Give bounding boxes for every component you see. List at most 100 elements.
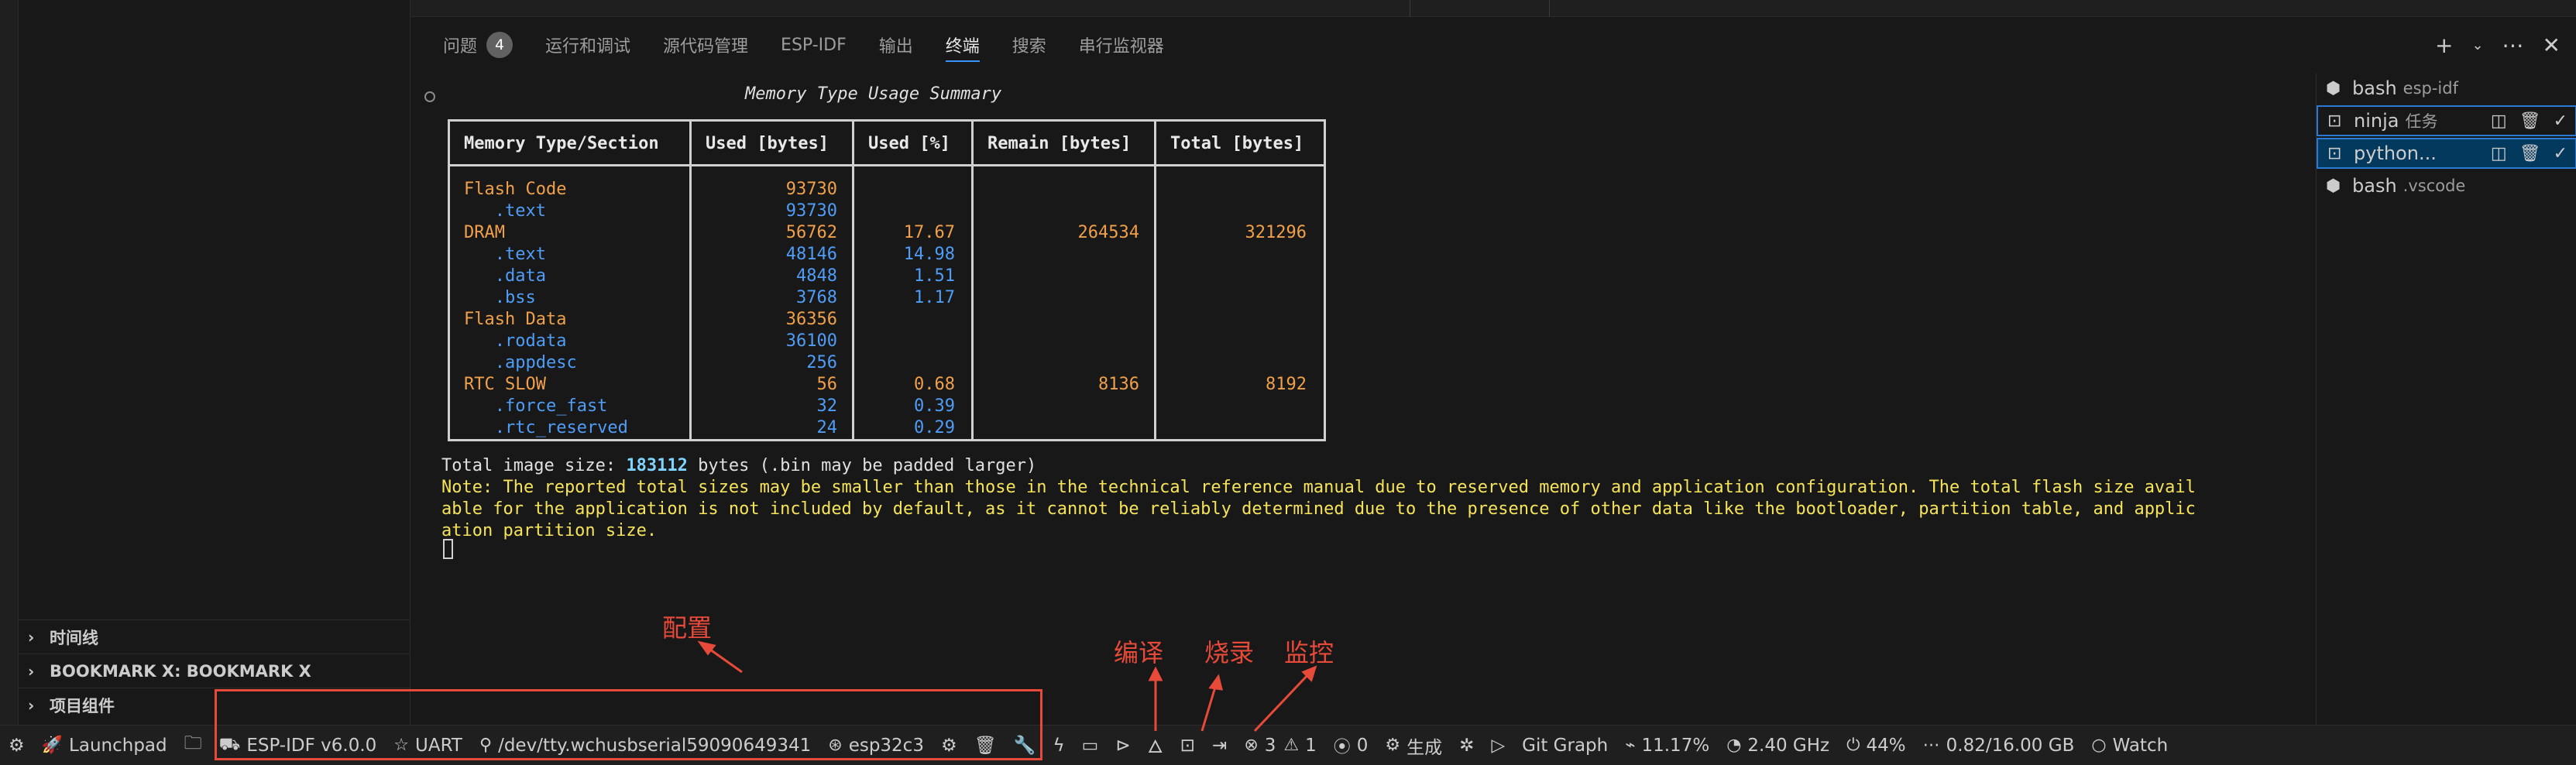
tab-esp-idf[interactable]: ESP-IDF (781, 17, 847, 73)
table-cell-remain: 8136 (1098, 375, 1139, 394)
config-highlight-box (215, 689, 1042, 760)
errors-count: 3 (1264, 735, 1276, 756)
terminal-item-bash-vscode[interactable]: ⬢ bash .vscode (2317, 170, 2576, 201)
table-header-row: Memory Type/Section Used [bytes] Used [%… (450, 122, 1324, 166)
table-cell-name: .text (464, 245, 546, 264)
table-header: Remain [bytes] (987, 134, 1132, 153)
warning-icon: ⚠ (1283, 736, 1300, 755)
flash-button[interactable]: ϟ (1044, 726, 1073, 765)
check-icon[interactable]: ✓ (2554, 144, 2567, 163)
launchpad-button[interactable]: 🚀 Launchpad (33, 726, 176, 765)
table-header: Memory Type/Section (464, 134, 659, 153)
table-cell-name: Flash Data (464, 310, 567, 329)
split-icon[interactable]: ◫ (2491, 144, 2507, 163)
tab-label: 问题 (443, 37, 478, 57)
terminal-icon: ⊡ (1180, 735, 1196, 756)
ports-status-item[interactable]: ⦿ 0 (1325, 726, 1377, 765)
tab-label: 串行监视器 (1078, 37, 1164, 57)
table-cell-name: .text (464, 201, 546, 221)
circle-icon: ○ (2091, 736, 2107, 755)
trash-icon[interactable]: 🗑 (2519, 144, 2541, 163)
trash-icon[interactable]: 🗑 (2519, 111, 2541, 131)
editor-area (410, 0, 2576, 17)
rocket-icon: 🚀 (41, 736, 64, 755)
table-cell-used-pct: 0.29 (914, 418, 955, 437)
table-cell-used-bytes: 24 (816, 418, 838, 437)
tab-label: ESP-IDF (781, 35, 847, 55)
tab-source-control[interactable]: 源代码管理 (663, 17, 748, 73)
total-suffix: bytes (.bin may be padded larger) (687, 456, 1037, 475)
chevron-down-icon[interactable]: ⌄ (2471, 37, 2483, 53)
editor-divider (1549, 0, 1550, 17)
check-icon[interactable]: ✓ (2554, 111, 2567, 131)
terminal-item-ninja[interactable]: ⊡ ninja 任务 ◫ 🗑 ✓ (2317, 105, 2576, 136)
table-cell-used-bytes: 93730 (785, 180, 837, 199)
tools-icon: ⚙ (9, 735, 25, 756)
watch-label: Watch (2112, 735, 2169, 756)
ports-count: 0 (1356, 735, 1369, 756)
folder-icon: 🗀 (184, 733, 202, 753)
bug-icon: ✲ (1459, 735, 1475, 756)
cmake-debug-button[interactable]: ✲ (1451, 726, 1482, 765)
command-decoration-icon (424, 91, 435, 102)
tab-output[interactable]: 输出 (879, 17, 913, 73)
terminal-item-python[interactable]: ⊡ python... ◫ 🗑 ✓ (2317, 138, 2576, 169)
table-cell-used-bytes: 36100 (785, 331, 837, 351)
table-cell-name: .bss (464, 288, 536, 307)
warnings-count: 1 (1305, 735, 1317, 756)
table-cell-used-bytes: 56 (816, 375, 838, 394)
table-cell-used-pct: 14.98 (903, 245, 955, 264)
table-cell-used-bytes: 256 (806, 353, 837, 372)
build-flash-monitor-button[interactable]: ⊳ (1107, 726, 1139, 765)
close-icon[interactable]: ✕ (2543, 33, 2561, 58)
terminal-icon: ⊡ (2327, 143, 2342, 163)
table-cell-used-pct: 1.51 (914, 266, 955, 286)
settings-status-item[interactable]: ⚙ (0, 726, 33, 765)
play-icon: ▷ (1491, 735, 1506, 756)
bash-icon: ⬢ (2326, 176, 2341, 196)
table-header: Used [bytes] (706, 134, 829, 153)
sidebar-section-timeline[interactable]: › 时间线 (19, 619, 410, 654)
chevron-right-icon: › (28, 661, 35, 681)
watch-button[interactable]: ○ Watch (2083, 726, 2176, 765)
cmake-build-button[interactable]: ⚙ 生成 (1376, 726, 1451, 765)
table-cell-name: .rodata (464, 331, 567, 351)
plug-icon: ⏻ (1846, 736, 1860, 755)
sidebar-section-bookmark[interactable]: › BOOKMARK X: BOOKMARK X (19, 654, 410, 688)
table-cell-used-bytes: 4848 (796, 266, 837, 286)
git-graph-button[interactable]: Git Graph (1513, 726, 1616, 765)
chevron-right-icon: › (28, 627, 35, 647)
table-cell-used-bytes: 48146 (785, 245, 837, 264)
tab-search[interactable]: 搜索 (1012, 17, 1046, 73)
table-cell-used-pct: 17.67 (903, 223, 955, 242)
terminal-item-actions: ◫ 🗑 ✓ (2491, 144, 2567, 163)
debug-button[interactable]: 🜂 (1139, 726, 1172, 765)
lightning-icon: ϟ (1053, 735, 1065, 756)
table-cell-name: .rtc_reserved (464, 418, 628, 437)
problems-status-item[interactable]: ⊗ 3 ⚠ 1 (1235, 726, 1324, 765)
task-button[interactable]: ⇥ (1204, 726, 1235, 765)
table-cell-used-bytes: 32 (816, 396, 838, 416)
sidebar-section-label: BOOKMARK X: BOOKMARK X (50, 661, 311, 681)
terminal-item-bash-esp-idf[interactable]: ⬢ bash esp-idf (2317, 73, 2576, 104)
note-line: able for the application is not included… (441, 499, 2196, 519)
more-actions-icon[interactable]: ⋯ (2502, 33, 2524, 58)
total-prefix: Total image size: (441, 456, 627, 475)
cmake-run-button[interactable]: ▷ (1482, 726, 1513, 765)
terminal-sub: esp-idf (2403, 79, 2458, 98)
tab-terminal[interactable]: 终端 (945, 17, 980, 73)
tab-run-debug[interactable]: 运行和调试 (545, 17, 630, 73)
error-icon: ⊗ (1244, 736, 1259, 755)
cpu-usage-value: 11.17% (1641, 735, 1710, 756)
split-icon[interactable]: ◫ (2491, 111, 2507, 131)
table-cell-name: DRAM (464, 223, 505, 242)
table-cell-total: 321296 (1245, 223, 1307, 242)
open-folder-button[interactable]: 🗀 (176, 726, 211, 765)
tab-serial-monitor[interactable]: 串行监视器 (1079, 17, 1164, 73)
new-terminal-icon[interactable]: + (2435, 33, 2453, 58)
terminal-button[interactable]: ⊡ (1172, 726, 1204, 765)
monitor-button[interactable]: ▭ (1073, 726, 1108, 765)
memory-usage-value: 0.82/16.00 GB (1946, 735, 2075, 756)
tab-problems[interactable]: 问题 4 (443, 17, 513, 73)
table-cell-used-pct: 1.17 (914, 288, 955, 307)
